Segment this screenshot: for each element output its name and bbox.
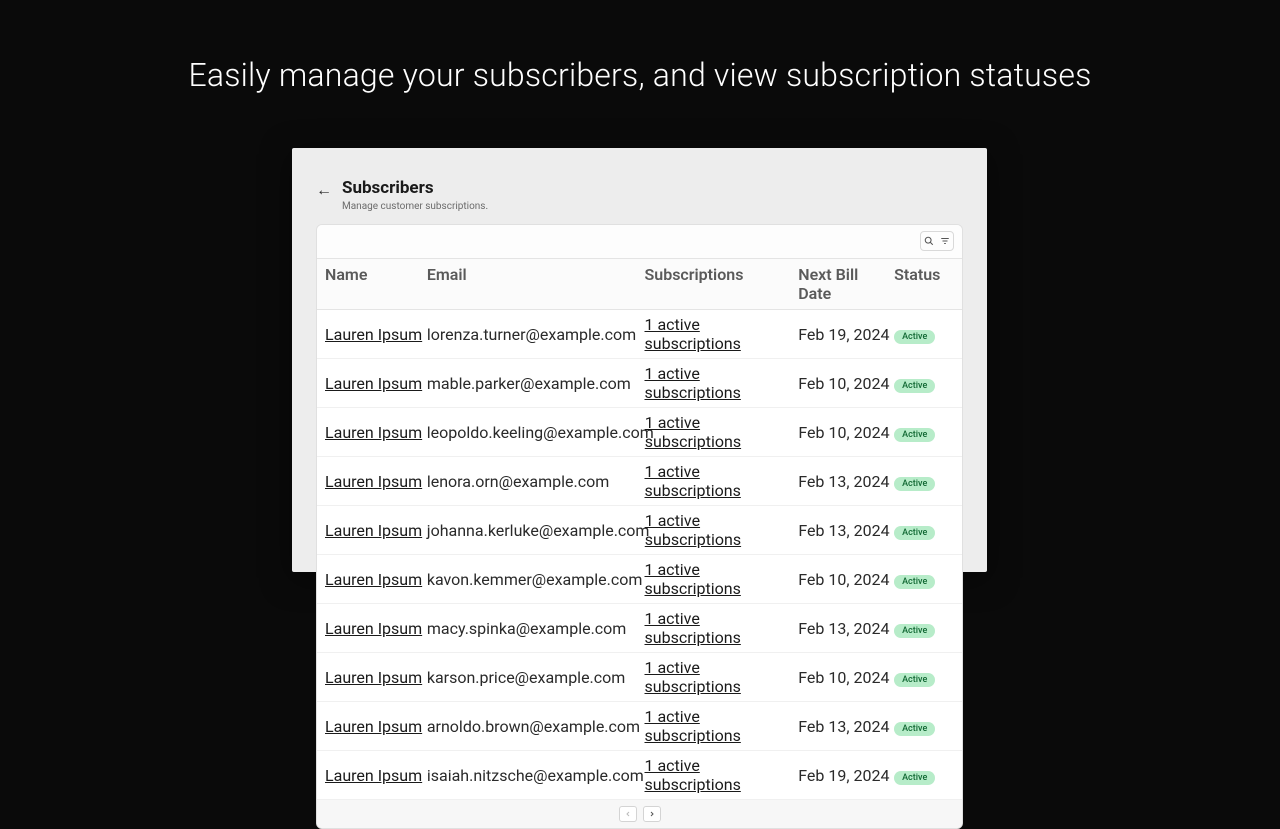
page-header: ← Subscribers Manage customer subscripti… (292, 148, 987, 224)
subscription-link[interactable]: 1 active subscriptions (645, 756, 741, 794)
subscription-link[interactable]: 1 active subscriptions (645, 413, 741, 451)
subscriber-link[interactable]: Lauren Ipsum (325, 717, 422, 736)
table-row: Lauren Ipsum arnoldo.brown@example.com1 a… (317, 702, 962, 751)
next-bill-date: Feb 13, 2024 (798, 619, 894, 638)
subscriber-link[interactable]: Lauren Ipsum (325, 325, 422, 344)
next-page-button[interactable] (643, 806, 661, 822)
status-badge: Active (894, 624, 935, 638)
subscriber-link[interactable]: Lauren Ipsum (325, 668, 422, 687)
col-header-name[interactable]: Name (325, 265, 427, 303)
status-badge: Active (894, 428, 935, 442)
status-badge: Active (894, 526, 935, 540)
table-row: Lauren Ipsum karson.price@example.com1 ac… (317, 653, 962, 702)
subscriber-link[interactable]: Lauren Ipsum (325, 766, 422, 785)
subscribers-window: ← Subscribers Manage customer subscripti… (292, 148, 987, 572)
subscribers-card: Name Email Subscriptions Next Bill Date … (316, 224, 963, 829)
subscriber-link[interactable]: Lauren Ipsum (325, 619, 422, 638)
status-badge: Active (894, 673, 935, 687)
subscription-link[interactable]: 1 active subscriptions (645, 658, 741, 696)
hero-heading: Easily manage your subscribers, and view… (0, 0, 1280, 94)
subscriber-email: lenora.orn@example.com (427, 472, 645, 491)
status-badge: Active (894, 722, 935, 736)
subscriber-link[interactable]: Lauren Ipsum (325, 374, 422, 393)
toolbar (317, 225, 962, 259)
subscriber-email: isaiah.nitzsche@example.com (427, 766, 645, 785)
subscription-link[interactable]: 1 active subscriptions (645, 462, 741, 500)
col-header-email[interactable]: Email (427, 265, 645, 303)
subscriber-email: mable.parker@example.com (427, 374, 645, 393)
table-body: Lauren Ipsumlorenza.turner@example.com1 … (317, 310, 962, 800)
table-row: Lauren Ipsum lenora.orn@example.com1 acti… (317, 457, 962, 506)
table-row: Lauren Ipsum johanna.kerluke@example.com1… (317, 506, 962, 555)
subscriber-email: kavon.kemmer@example.com (427, 570, 645, 589)
prev-page-button[interactable] (619, 806, 637, 822)
search-icon[interactable] (921, 232, 937, 250)
subscription-link[interactable]: 1 active subscriptions (645, 560, 741, 598)
status-badge: Active (894, 379, 935, 393)
subscription-link[interactable]: 1 active subscriptions (645, 511, 741, 549)
back-arrow-icon[interactable]: ← (316, 178, 332, 201)
status-badge: Active (894, 330, 935, 344)
next-bill-date: Feb 13, 2024 (798, 521, 894, 540)
table-row: Lauren Ipsum leopoldo.keeling@example.com… (317, 408, 962, 457)
subscription-link[interactable]: 1 active subscriptions (645, 707, 741, 745)
subscriber-email: arnoldo.brown@example.com (427, 717, 645, 736)
next-bill-date: Feb 10, 2024 (798, 374, 894, 393)
table-row: Lauren Ipsum macy.spinka@example.com1 act… (317, 604, 962, 653)
table-row: Lauren Ipsum isaiah.nitzsche@example.com1… (317, 751, 962, 800)
filter-icon[interactable] (937, 232, 953, 250)
next-bill-date: Feb 13, 2024 (798, 717, 894, 736)
subscriber-email: lorenza.turner@example.com (427, 325, 645, 344)
subscriber-email: leopoldo.keeling@example.com (427, 423, 645, 442)
next-bill-date: Feb 19, 2024 (798, 766, 894, 785)
page-title: Subscribers (342, 178, 488, 198)
subscription-link[interactable]: 1 active subscriptions (645, 609, 741, 647)
table-row: Lauren Ipsum mable.parker@example.com1 ac… (317, 359, 962, 408)
col-header-subs[interactable]: Subscriptions (645, 265, 799, 303)
col-header-status[interactable]: Status (894, 265, 954, 303)
subscriber-email: johanna.kerluke@example.com (427, 521, 645, 540)
next-bill-date: Feb 10, 2024 (798, 570, 894, 589)
subscriber-link[interactable]: Lauren Ipsum (325, 570, 422, 589)
subscriber-email: karson.price@example.com (427, 668, 645, 687)
subscriber-link[interactable]: Lauren Ipsum (325, 472, 422, 491)
next-bill-date: Feb 10, 2024 (798, 668, 894, 687)
table-row: Lauren Ipsum kavon.kemmer@example.com1 ac… (317, 555, 962, 604)
subscription-link[interactable]: 1 active subscriptions (645, 315, 741, 353)
status-badge: Active (894, 771, 935, 785)
col-header-date[interactable]: Next Bill Date (798, 265, 894, 303)
next-bill-date: Feb 13, 2024 (798, 472, 894, 491)
next-bill-date: Feb 19, 2024 (798, 325, 894, 344)
subscriber-link[interactable]: Lauren Ipsum (325, 521, 422, 540)
page-subtitle: Manage customer subscriptions. (342, 201, 488, 212)
table-row: Lauren Ipsum lorenza.turner@example.com1 … (317, 310, 962, 359)
pagination (317, 800, 962, 828)
status-badge: Active (894, 477, 935, 491)
status-badge: Active (894, 575, 935, 589)
subscriber-email: macy.spinka@example.com (427, 619, 645, 638)
table-header: Name Email Subscriptions Next Bill Date … (317, 259, 962, 310)
subscription-link[interactable]: 1 active subscriptions (645, 364, 741, 402)
subscriber-link[interactable]: Lauren Ipsum (325, 423, 422, 442)
next-bill-date: Feb 10, 2024 (798, 423, 894, 442)
